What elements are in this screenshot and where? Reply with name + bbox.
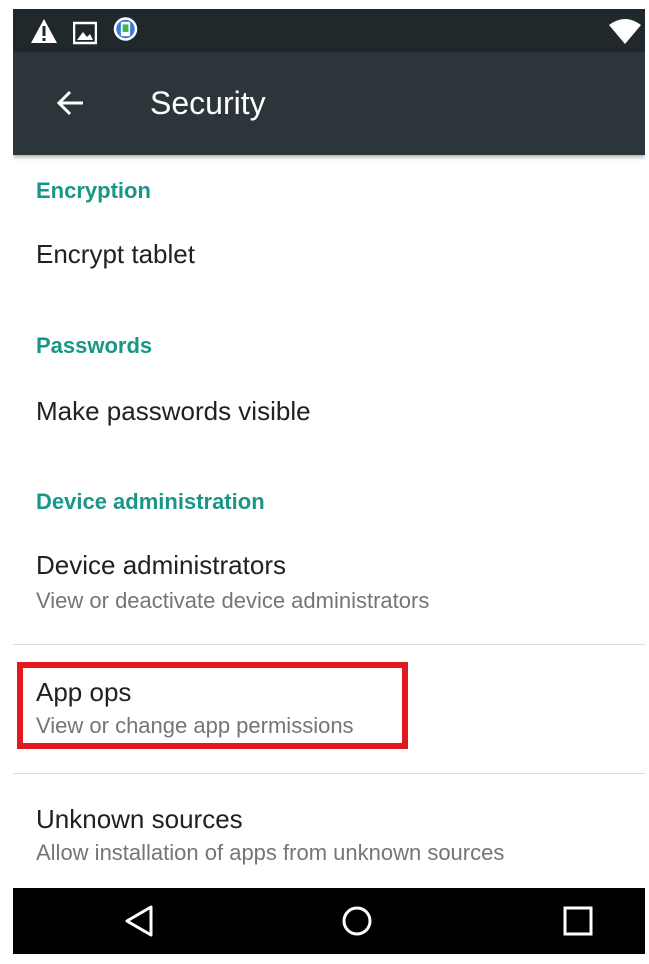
app-toolbar: Security xyxy=(13,52,645,155)
setting-make-passwords-visible[interactable]: Make passwords visible xyxy=(13,370,645,450)
setting-title: Encrypt tablet xyxy=(36,239,195,269)
page-title: Security xyxy=(150,85,266,121)
setting-subtitle: View or deactivate device administrators xyxy=(36,588,430,613)
wifi-icon xyxy=(609,19,641,44)
setting-encrypt-tablet[interactable]: Encrypt tablet xyxy=(13,215,645,295)
screen: Security Encryption Encrypt tablet Passw… xyxy=(13,9,645,954)
setting-title: Make passwords visible xyxy=(36,396,311,426)
setting-title: Unknown sources xyxy=(36,804,243,834)
setting-unknown-sources[interactable]: Unknown sources Allow installation of ap… xyxy=(13,774,645,888)
image-icon xyxy=(73,21,97,45)
setting-device-administrators[interactable]: Device administrators View or deactivate… xyxy=(13,526,645,644)
arrow-back-icon[interactable] xyxy=(49,80,95,126)
app-notification-icon xyxy=(113,17,138,41)
warning-icon xyxy=(31,19,57,43)
setting-title: Device administrators xyxy=(36,550,286,580)
nav-recents-icon[interactable] xyxy=(554,899,602,943)
navigation-bar xyxy=(13,888,645,954)
highlight-box xyxy=(17,662,408,749)
status-bar xyxy=(13,9,645,52)
nav-home-icon[interactable] xyxy=(333,899,381,943)
setting-subtitle: Allow installation of apps from unknown … xyxy=(36,840,505,865)
section-header-passwords: Passwords xyxy=(36,333,153,358)
nav-back-icon[interactable] xyxy=(115,899,163,943)
section-header-encryption: Encryption xyxy=(36,178,151,203)
section-header-device-administration: Device administration xyxy=(36,489,265,514)
